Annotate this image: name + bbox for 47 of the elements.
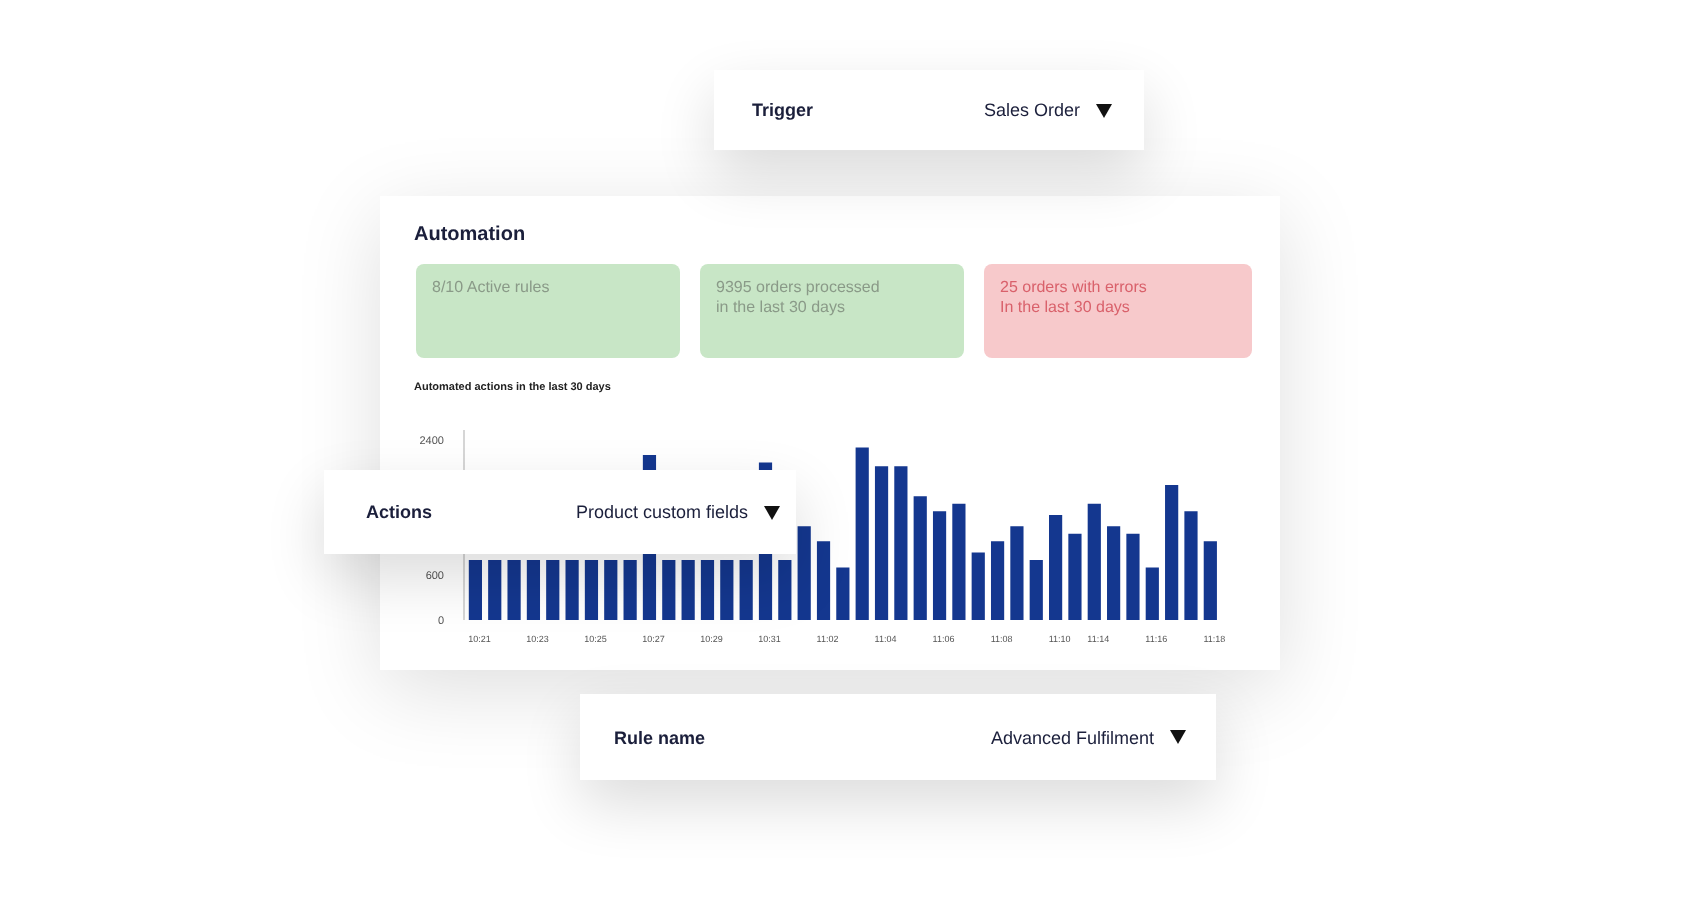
bar: [526, 560, 540, 620]
bar: [991, 541, 1005, 620]
bar: [604, 560, 618, 620]
bar: [662, 560, 676, 620]
dropdown-label: Actions: [366, 502, 433, 522]
bar: [952, 503, 966, 620]
bar: [1165, 485, 1179, 620]
bar: [932, 511, 947, 620]
bar: [546, 560, 560, 620]
bar: [565, 560, 579, 620]
dropdown-select[interactable]: Advanced Fulfilment: [990, 727, 1186, 747]
bar: [468, 560, 482, 620]
bar: [816, 541, 831, 620]
bar: [1029, 560, 1043, 620]
bar: [584, 560, 599, 620]
bar: [1203, 541, 1217, 620]
dropdown-select[interactable]: Product custom fields: [575, 502, 780, 522]
bar: [1107, 526, 1121, 620]
caret-icon: [1096, 103, 1112, 117]
dropdown-select[interactable]: Sales Order: [983, 100, 1112, 120]
bar: [739, 560, 753, 620]
bar: [1010, 526, 1024, 620]
bar: [1049, 515, 1063, 620]
card-title: Automation: [414, 224, 528, 246]
bar: [700, 560, 715, 620]
bar: [836, 567, 850, 620]
bar: [778, 560, 792, 620]
bar: [1145, 567, 1159, 620]
bar: [913, 496, 927, 620]
bar: [507, 560, 521, 620]
stat-card: 25 orders with errors In the last 30 days: [984, 264, 1252, 358]
bar: [1184, 511, 1198, 620]
bar: [1126, 533, 1140, 620]
bar: [1087, 503, 1101, 620]
bar: [1068, 533, 1082, 620]
dropdown-label: Trigger: [752, 100, 814, 120]
bar: [623, 560, 637, 620]
bar: [681, 560, 695, 620]
bar: [488, 560, 502, 620]
caret-icon: [764, 505, 780, 519]
dropdown-label: Rule name: [614, 727, 706, 747]
stat-card: 9395 orders processed in the last 30 days: [700, 264, 964, 358]
caret-icon: [1170, 730, 1186, 744]
bar: [797, 526, 811, 620]
bar: [971, 552, 985, 620]
stat-card: 8/10 Active rules: [416, 264, 680, 358]
bar: [720, 560, 734, 620]
